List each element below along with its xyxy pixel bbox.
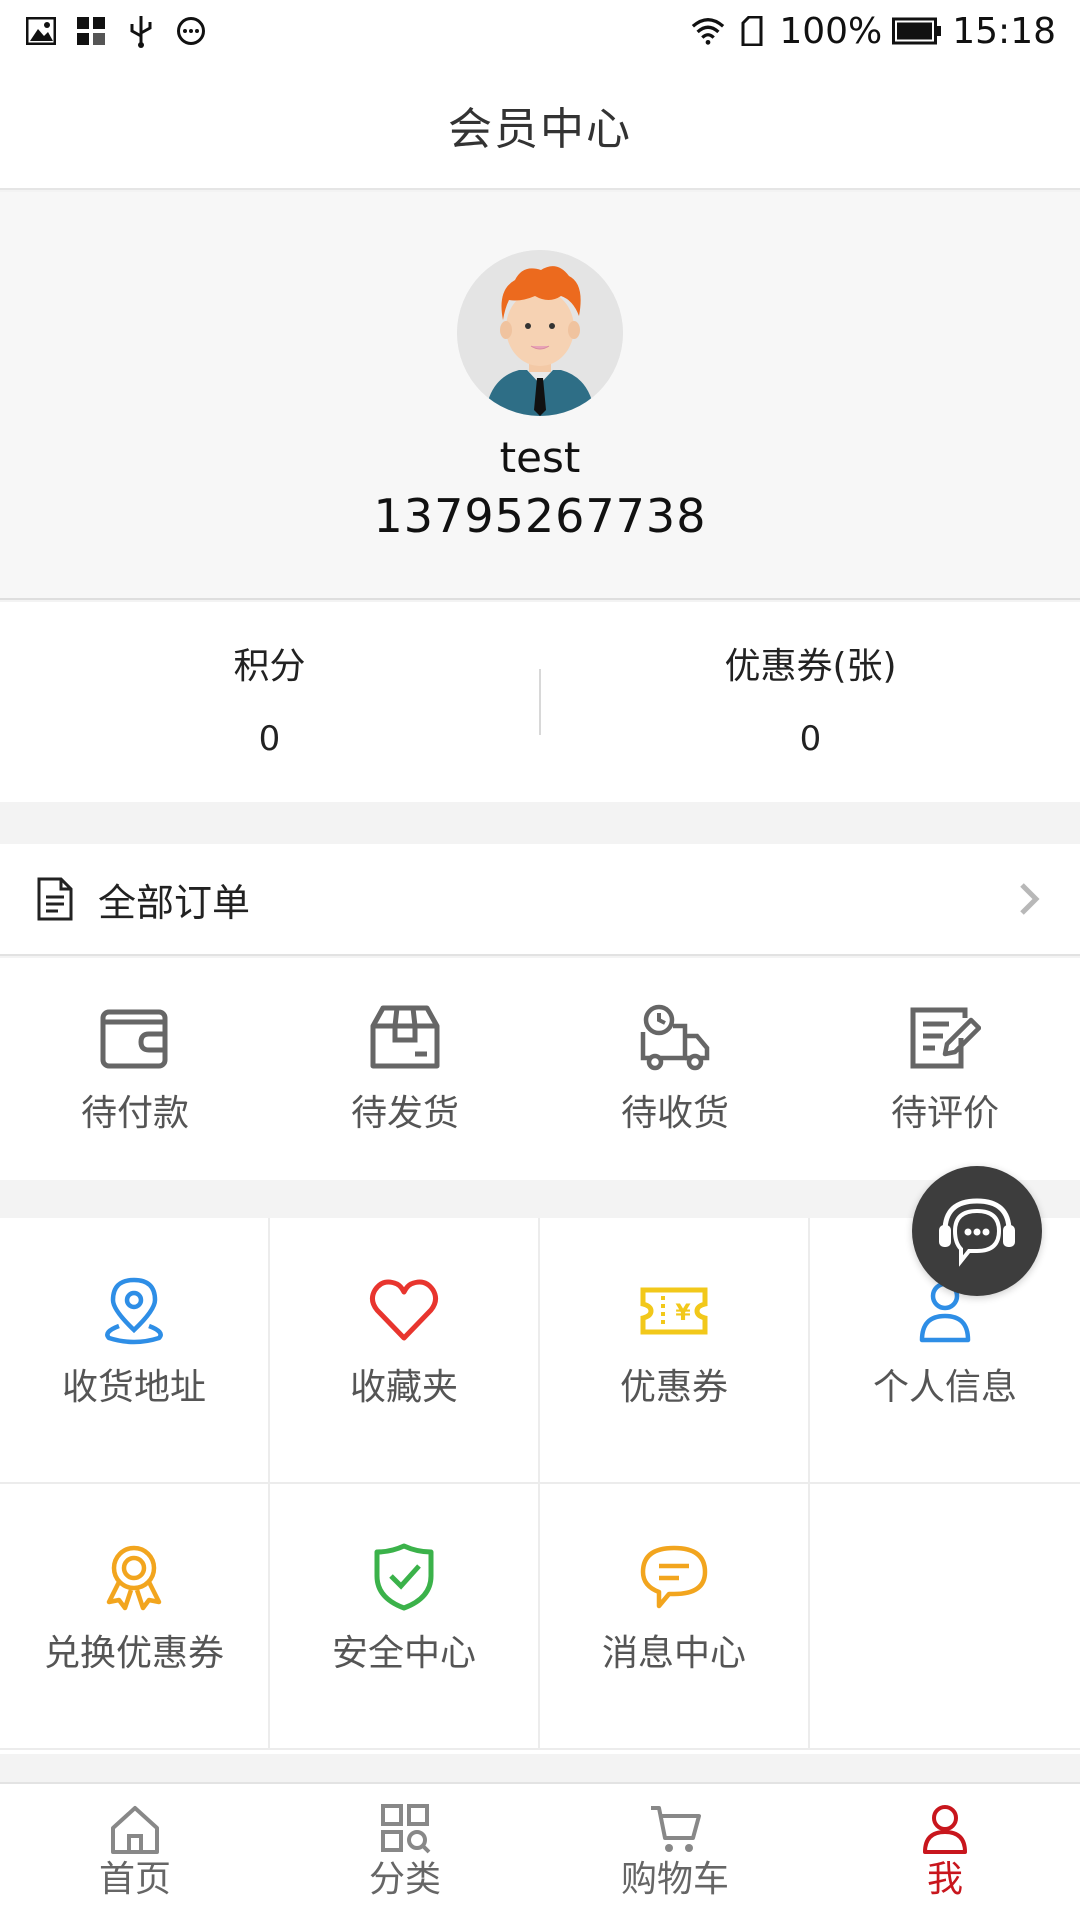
all-orders-row[interactable]: 全部订单 [0,844,1080,956]
order-status-grid: 待付款 待发货 待收货 待评价 [0,958,1080,1180]
service-coupons-label: 优惠券 [619,1367,728,1408]
more-icon [174,14,208,48]
stats-section: 积分 0 优惠券(张) 0 [0,602,1080,802]
chat-icon [640,1545,708,1609]
service-address-label: 收货地址 [61,1367,206,1408]
location-icon [105,1277,163,1345]
image-icon [24,14,58,48]
nav-category[interactable]: 分类 [270,1784,540,1920]
bottom-nav: 首页 分类 购物车 我 [0,1782,1080,1920]
battery-icon [892,14,942,48]
avatar[interactable] [457,250,623,416]
order-pending-receipt-label: 待收货 [620,1093,729,1134]
service-redeem-coupon[interactable]: 兑换优惠券 [0,1484,270,1750]
nav-me-label: 我 [926,1859,963,1900]
service-message-center[interactable]: 消息中心 [540,1484,810,1750]
service-favorites[interactable]: 收藏夹 [270,1218,540,1484]
order-pending-review-label: 待评价 [890,1093,999,1134]
sim-icon [735,14,769,48]
document-icon [37,877,73,921]
coupons-stat[interactable]: 优惠券(张) 0 [541,645,1080,759]
nav-cart-label: 购物车 [620,1859,729,1900]
phone-number: 13795267738 [373,489,707,543]
category-icon [381,1804,431,1854]
customer-service-button[interactable] [912,1166,1042,1296]
chevron-right-icon [1020,883,1040,915]
apps-icon [74,14,108,48]
user-avatar-icon [457,250,623,416]
usb-icon [124,14,158,48]
profile-section: test 13795267738 [0,192,1080,600]
service-security-center-label: 安全中心 [331,1633,476,1674]
order-pending-payment-label: 待付款 [80,1093,189,1134]
header: 会员中心 [0,62,1080,190]
service-empty-cell [810,1484,1080,1750]
battery-percent: 100% [779,10,883,52]
points-stat[interactable]: 积分 0 [0,645,539,759]
user-icon [923,1805,967,1854]
all-orders-label: 全部订单 [98,880,251,925]
home-icon [111,1806,159,1854]
points-label: 积分 [233,646,306,687]
service-favorites-label: 收藏夹 [349,1367,458,1408]
service-address[interactable]: 收货地址 [0,1218,270,1484]
order-pending-shipment[interactable]: 待发货 [270,958,540,1180]
nav-me[interactable]: 我 [810,1784,1080,1920]
nav-category-label: 分类 [368,1859,441,1900]
headset-chat-icon [939,1198,1015,1267]
heart-icon [369,1279,439,1341]
wallet-icon [100,1009,168,1069]
wifi-icon [691,14,725,48]
svg-text:¥: ¥ [675,1301,691,1326]
status-icons-left [24,14,208,48]
nav-home-label: 首页 [98,1859,171,1900]
ticket-icon: ¥ [640,1287,708,1335]
order-pending-receipt[interactable]: 待收货 [540,958,810,1180]
nav-home[interactable]: 首页 [0,1784,270,1920]
shield-icon [374,1543,434,1611]
clock: 15:18 [952,10,1056,52]
service-security-center[interactable]: 安全中心 [270,1484,540,1750]
service-coupons[interactable]: ¥ 优惠券 [540,1218,810,1484]
service-profile-info-label: 个人信息 [872,1367,1017,1408]
award-icon [106,1545,162,1611]
service-message-center-label: 消息中心 [601,1633,746,1674]
order-pending-payment[interactable]: 待付款 [0,958,270,1180]
truck-icon [640,1004,710,1071]
username: test [499,433,581,482]
order-pending-review[interactable]: 待评价 [810,958,1080,1180]
package-icon [370,1005,440,1069]
status-bar: 100% 15:18 [0,0,1080,62]
status-icons-right: 100% 15:18 [691,11,1056,52]
cart-icon [651,1806,701,1852]
order-pending-shipment-label: 待发货 [350,1093,459,1134]
service-redeem-coupon-label: 兑换优惠券 [43,1633,224,1674]
edit-icon [910,1007,981,1069]
page-title: 会员中心 [448,104,632,155]
coupons-label: 优惠券(张) [724,646,897,687]
points-value: 0 [258,719,281,759]
services-grid: 收货地址 收藏夹 ¥ 优惠券 个人信息 兑换优惠券 安全中心 消息中心 [0,1218,1080,1754]
nav-cart[interactable]: 购物车 [540,1784,810,1920]
coupons-value: 0 [799,719,822,759]
